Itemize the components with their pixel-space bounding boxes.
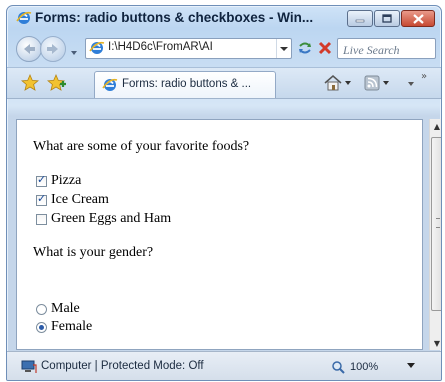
status-text: Computer | Protected Mode: Off [41,360,204,372]
favorites-center-button[interactable] [20,73,40,92]
more-chevron: » [421,71,428,82]
zoom-control[interactable]: 100% [331,358,378,376]
navigation-bar: I:\H4D6c\FromAR\AI [7,33,441,67]
more-tools-button[interactable]: » [405,71,435,93]
status-bar: Computer | Protected Mode: Off 100% [7,351,441,380]
rss-feed-icon [364,75,380,91]
checkmark-icon: ✓ [37,191,47,205]
food-option-pizza[interactable]: ✓ Pizza [36,173,81,189]
male-radio[interactable] [36,303,47,315]
chevron-down-icon [383,81,389,85]
chevron-down-icon [407,363,415,368]
address-text: I:\H4D6c\FromAR\AI [108,41,213,53]
green-eggs-checkbox[interactable] [36,213,47,225]
search-input[interactable] [338,42,433,59]
stop-button[interactable] [316,39,334,57]
ice-cream-checkbox[interactable]: ✓ [36,191,47,206]
tab-forms[interactable]: Forms: radio buttons & ... [94,71,276,98]
close-button[interactable] [401,10,435,27]
zoom-level: 100% [350,361,379,373]
maximize-button[interactable] [374,10,400,27]
gender-question: What is your gender? [33,245,154,260]
zoom-dropdown[interactable] [405,360,417,372]
female-radio[interactable] [36,321,47,333]
scroll-grip [436,218,440,228]
option-label: Male [51,301,80,316]
gender-option-male[interactable]: Male [36,301,80,317]
window-controls [346,10,435,27]
star-icon [20,73,40,91]
page-content: What are some of your favorite foods? ✓ … [16,119,423,350]
computer-icon [21,359,37,373]
chevron-down-icon [345,81,351,85]
title-bar: Forms: radio buttons & checkboxes - Win.… [7,6,441,30]
food-option-ice-cream[interactable]: ✓ Ice Cream [36,192,109,208]
page-icon [102,77,118,93]
close-icon [412,13,424,24]
page-icon [89,40,105,56]
address-dropdown[interactable] [276,39,291,58]
recent-pages-dropdown[interactable] [69,43,79,55]
home-button[interactable] [323,73,357,93]
add-favorite-icon [46,73,66,91]
browser-window: Forms: radio buttons & checkboxes - Win.… [6,5,442,381]
ie-logo-icon [16,10,32,26]
chevron-down-icon [408,82,414,86]
tab-bar: Forms: radio buttons & ... » [7,67,441,99]
home-icon [324,75,342,91]
scroll-thumb[interactable] [431,137,441,311]
stop-x-icon [318,41,332,55]
vertical-scrollbar[interactable]: ▲ ▼ [429,119,441,350]
food-option-green-eggs[interactable]: Green Eggs and Ham [36,211,171,227]
address-bar[interactable]: I:\H4D6c\FromAR\AI [85,38,292,59]
add-to-favorites-button[interactable] [46,73,67,92]
magnifier-icon [332,361,345,374]
pizza-checkbox[interactable]: ✓ [36,172,47,187]
refresh-button[interactable] [296,39,314,57]
option-label: Pizza [51,173,82,188]
minimize-button[interactable] [347,10,373,27]
scroll-up-button[interactable]: ▲ [431,119,441,133]
checkmark-icon: ✓ [37,172,47,186]
tab-label: Forms: radio buttons & ... [122,78,252,90]
foods-question: What are some of your favorite foods? [33,139,250,154]
maximize-icon [382,14,392,23]
forward-arrow-icon [47,44,58,54]
radio-dot [39,324,44,330]
gender-option-female[interactable]: Female [36,319,92,335]
back-button[interactable] [16,36,42,62]
option-label: Ice Cream [51,192,109,207]
forward-button[interactable] [40,36,66,62]
back-arrow-icon [24,44,35,54]
scroll-down-button[interactable]: ▼ [431,336,441,350]
feeds-button[interactable] [363,73,397,93]
refresh-icon [299,42,311,54]
chevron-down-icon [280,46,288,51]
minimize-icon [355,19,365,22]
window-title: Forms: radio buttons & checkboxes - Win.… [35,10,314,25]
chevron-down-icon [71,51,77,55]
option-label: Green Eggs and Ham [51,211,172,226]
option-label: Female [51,319,93,334]
search-box[interactable] [337,38,436,59]
